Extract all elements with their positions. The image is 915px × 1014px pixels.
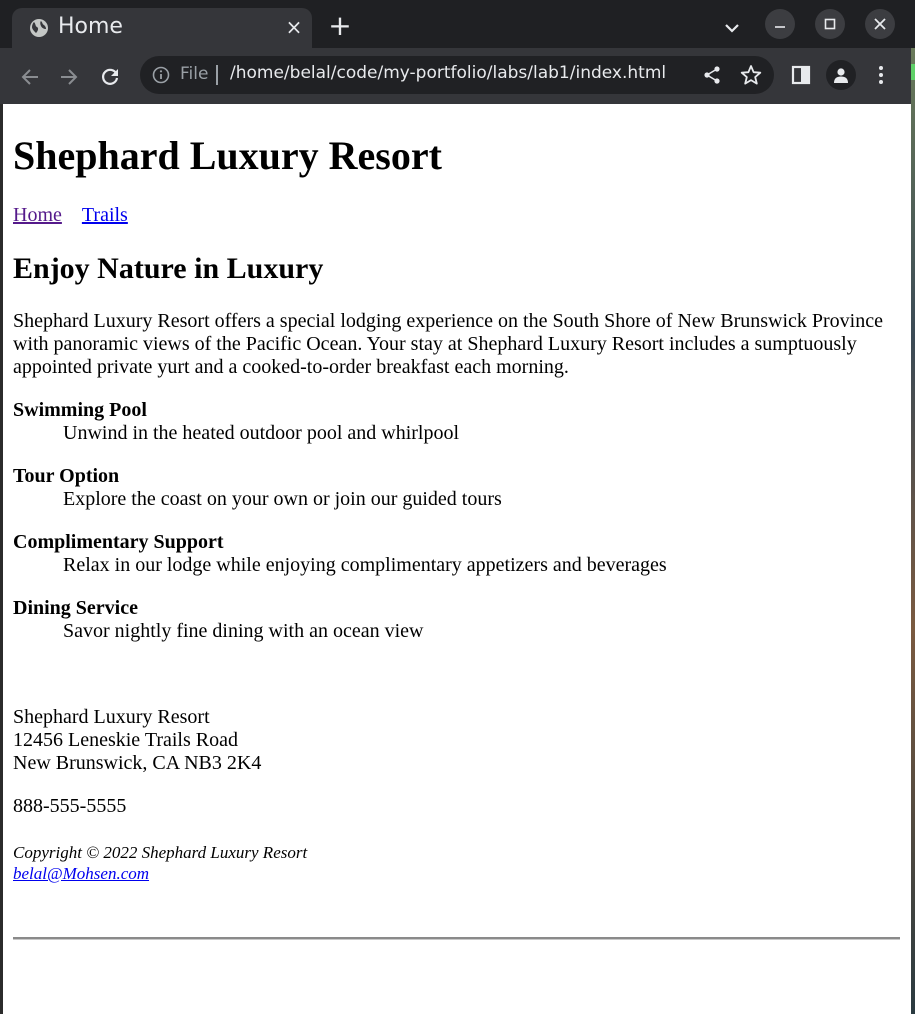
kebab-menu-icon[interactable] [871, 64, 891, 86]
section-heading: Enjoy Nature in Luxury [13, 252, 324, 285]
reload-icon[interactable] [99, 66, 121, 88]
amenity-term: Dining Service [13, 597, 138, 619]
side-panel-icon[interactable] [790, 64, 812, 86]
forward-arrow-icon[interactable] [58, 66, 80, 88]
page-viewport: Shephard Luxury Resort Home Trails Enjoy… [3, 104, 911, 1014]
divider [216, 65, 218, 85]
address-city: New Brunswick, CA NB3 2K4 [13, 752, 262, 774]
amenity-description: Unwind in the heated outdoor pool and wh… [63, 422, 460, 444]
copyright-text: Copyright © 2022 Shephard Luxury Resort [13, 843, 308, 862]
amenity-term: Complimentary Support [13, 531, 224, 553]
nav-link-trails[interactable]: Trails [82, 204, 128, 226]
tab-home[interactable]: Home × [12, 8, 312, 48]
back-arrow-icon[interactable] [19, 66, 41, 88]
amenity-term: Tour Option [13, 465, 120, 487]
address-street: 12456 Leneskie Trails Road [13, 729, 238, 751]
amenity-term: Swimming Pool [13, 399, 147, 421]
email-link[interactable]: belal@Mohsen.com [13, 864, 149, 884]
chevron-down-icon[interactable] [722, 20, 742, 36]
address-block: Shephard Luxury Resort 12456 Leneskie Tr… [13, 706, 261, 775]
tab-strip: Home × + [0, 0, 915, 48]
page-title: Shephard Luxury Resort [13, 133, 442, 178]
intro-paragraph: Shephard Luxury Resort offers a special … [13, 310, 883, 378]
list-item: Swimming Pool Unwind in the heated outdo… [13, 399, 901, 465]
list-item: Dining Service Savor nightly fine dining… [13, 597, 901, 663]
star-icon[interactable] [740, 64, 762, 86]
share-icon[interactable] [702, 65, 722, 85]
amenity-description: Savor nightly fine dining with an ocean … [63, 620, 424, 642]
close-window-icon[interactable] [865, 9, 895, 39]
phone-number: 888-555-5555 [13, 795, 127, 817]
background-edge-accent [911, 64, 915, 80]
profile-icon[interactable] [826, 60, 856, 90]
minimize-icon[interactable] [765, 9, 795, 39]
maximize-icon[interactable] [815, 9, 845, 39]
background-edge [911, 48, 915, 1014]
address-bar[interactable]: File /home/belal/code/my-portfolio/labs/… [140, 56, 774, 94]
amenity-description: Explore the coast on your own or join ou… [63, 488, 502, 510]
amenities-list: Swimming Pool Unwind in the heated outdo… [13, 399, 901, 663]
list-item: Complimentary Support Relax in our lodge… [13, 531, 901, 597]
list-item: Tour Option Explore the coast on your ow… [13, 465, 901, 531]
address-name: Shephard Luxury Resort [13, 706, 210, 728]
info-icon[interactable] [152, 66, 170, 84]
amenity-description: Relax in our lodge while enjoying compli… [63, 554, 667, 576]
globe-icon [30, 19, 48, 37]
close-icon[interactable]: × [284, 17, 304, 37]
horizontal-rule [13, 937, 900, 940]
url-text[interactable]: /home/belal/code/my-portfolio/labs/lab1/… [230, 63, 666, 83]
scheme-label: File [180, 64, 209, 84]
main-nav: Home Trails [13, 204, 128, 227]
plus-icon[interactable]: + [328, 12, 352, 40]
tab-title: Home [58, 14, 123, 39]
nav-link-home[interactable]: Home [13, 204, 62, 226]
browser-toolbar: File /home/belal/code/my-portfolio/labs/… [0, 48, 915, 104]
